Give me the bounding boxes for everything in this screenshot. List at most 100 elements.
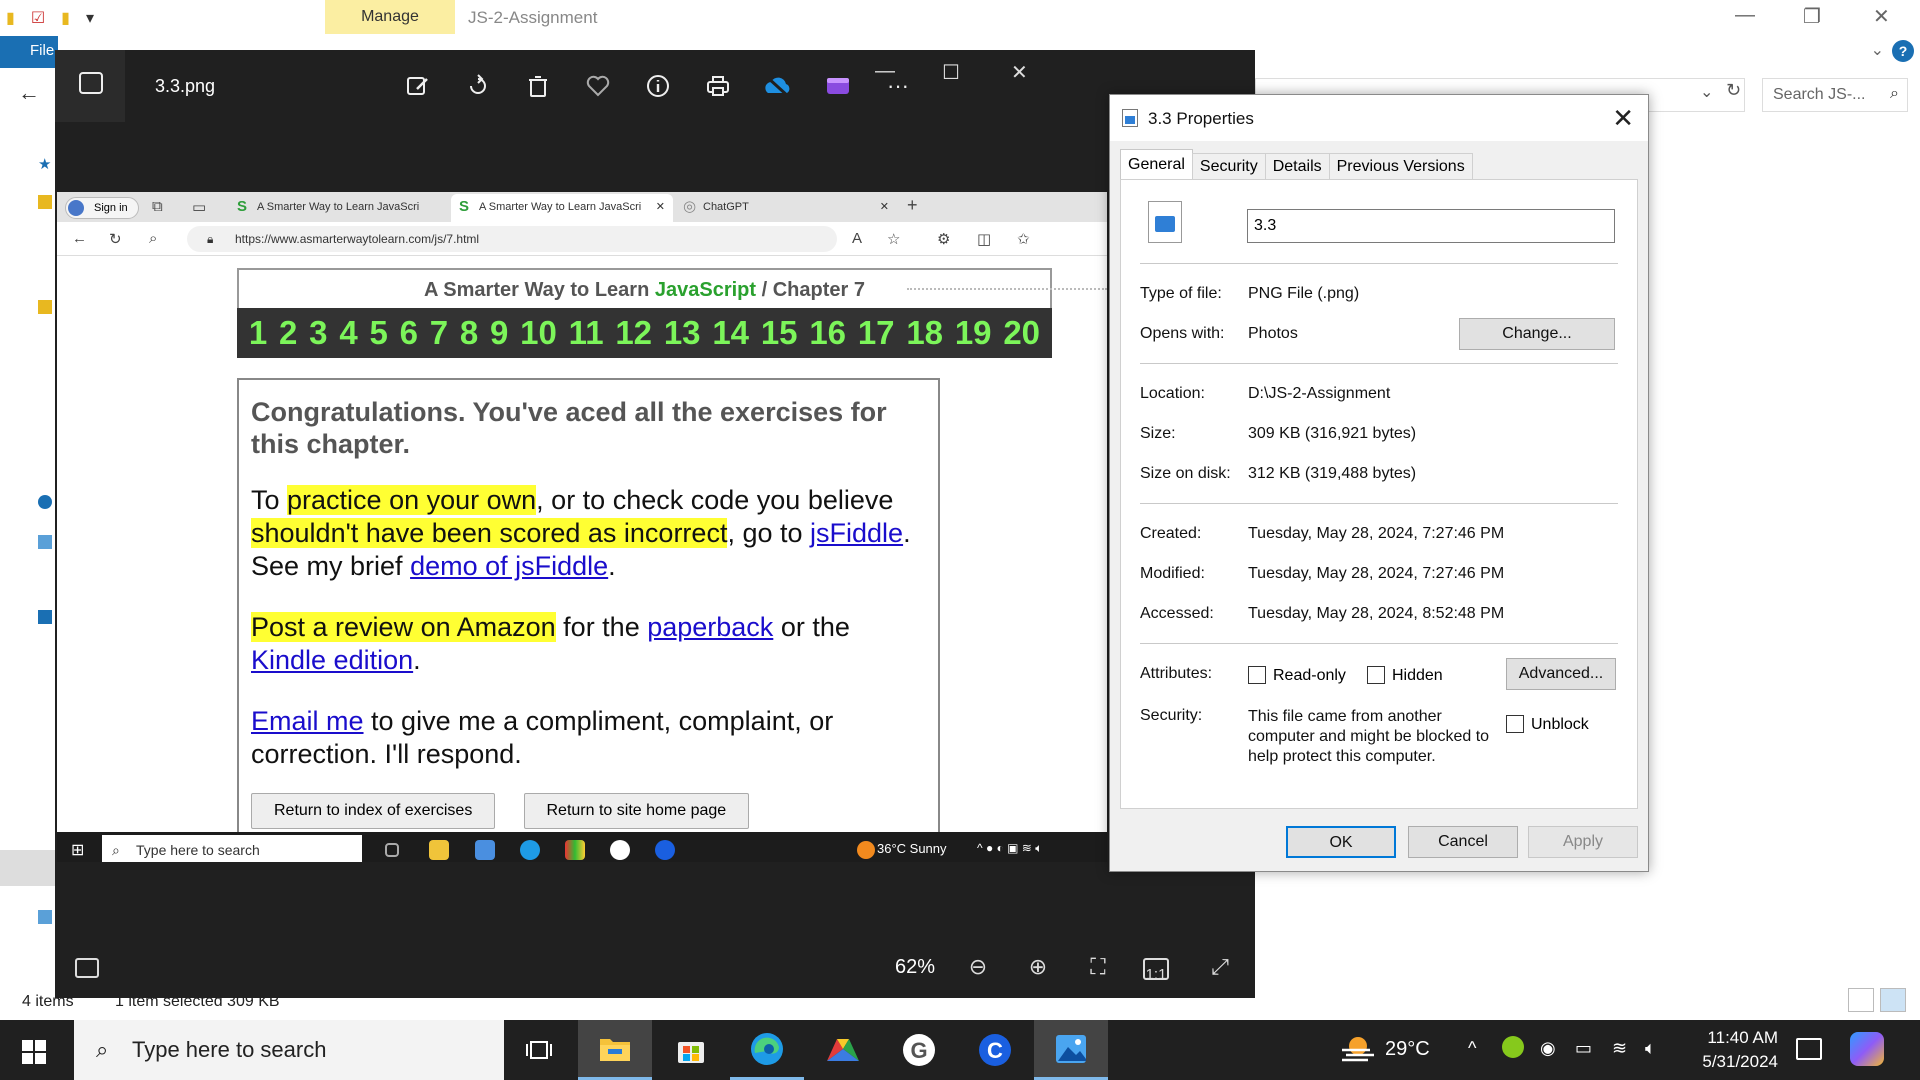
kindle-link[interactable]: Kindle edition	[251, 645, 413, 675]
chapter-link[interactable]: 16	[809, 314, 846, 352]
chapter-link[interactable]: 17	[858, 314, 895, 352]
task-view-icon[interactable]	[385, 843, 399, 857]
clipchamp-icon[interactable]	[820, 68, 856, 104]
chapter-link[interactable]: 19	[955, 314, 992, 352]
ribbon-expand-chevron-icon[interactable]: ⌄	[1871, 40, 1884, 60]
restore-icon[interactable]: ❐	[1803, 4, 1821, 29]
delete-icon[interactable]	[520, 68, 556, 104]
tab-actions-icon[interactable]: ▭	[192, 198, 206, 216]
chapter-link[interactable]: 11	[569, 314, 604, 352]
refresh-icon[interactable]: ↻	[1726, 80, 1741, 101]
chapter-link[interactable]: 13	[664, 314, 701, 352]
google-icon[interactable]: G	[882, 1020, 956, 1080]
browser-tab-2[interactable]: S A Smarter Way to Learn JavaScri ✕	[451, 194, 673, 222]
chapter-link[interactable]: 12	[615, 314, 652, 352]
edge-icon[interactable]	[520, 840, 540, 860]
explorer-search-input[interactable]: Search JS-... ⌕	[1762, 78, 1908, 112]
windows-start-icon[interactable]: ⊞	[71, 840, 84, 860]
signin-button[interactable]: Sign in	[65, 197, 139, 219]
zoom-out-icon[interactable]: ⊖	[963, 954, 993, 984]
photos-app-icon[interactable]	[1034, 1020, 1108, 1080]
c-app-icon[interactable]	[655, 840, 675, 860]
microsoft-store-icon[interactable]	[654, 1020, 728, 1080]
chapter-link[interactable]: 20	[1003, 314, 1040, 352]
tab-details[interactable]: Details	[1264, 153, 1330, 179]
this-pc-icon[interactable]	[38, 535, 52, 549]
email-link[interactable]: Email me	[251, 706, 364, 736]
help-icon[interactable]: ?	[1892, 40, 1914, 62]
show-hidden-icons-icon[interactable]: ^	[1468, 1038, 1476, 1059]
folder-icon[interactable]: ▮	[6, 8, 15, 28]
favorites-icon[interactable]: ✩	[1017, 230, 1030, 248]
chapter-link[interactable]: 8	[460, 314, 478, 352]
change-button[interactable]: Change...	[1459, 318, 1615, 350]
rotate-icon[interactable]	[460, 68, 496, 104]
file-explorer-icon[interactable]	[578, 1020, 652, 1080]
file-ribbon-tab[interactable]: File	[0, 36, 58, 68]
new-tab-icon[interactable]: +	[907, 195, 918, 216]
c-app-icon[interactable]: C	[958, 1020, 1032, 1080]
chapter-link[interactable]: 15	[761, 314, 798, 352]
manage-ribbon-tab[interactable]: Manage	[325, 0, 455, 34]
info-icon[interactable]	[640, 68, 676, 104]
url-field[interactable]: 🔒︎ https://www.asmarterwaytolearn.com/js…	[187, 226, 837, 252]
browser-tab-3[interactable]: ◎ ChatGPT ✕	[675, 194, 897, 222]
notifications-icon[interactable]	[1796, 1038, 1822, 1060]
readonly-checkbox[interactable]	[1248, 666, 1266, 684]
chapter-link[interactable]: 5	[369, 314, 387, 352]
split-screen-icon[interactable]: ◫	[977, 230, 991, 248]
customize-dropdown-icon[interactable]: ▾	[86, 8, 94, 28]
properties-check-icon[interactable]: ☑	[31, 8, 45, 28]
dialog-close-icon[interactable]: ✕	[1612, 103, 1634, 134]
unblock-checkbox[interactable]	[1506, 715, 1524, 733]
minimize-icon[interactable]: —	[1735, 4, 1755, 27]
refresh-icon[interactable]: ↻	[109, 230, 122, 248]
chapter-link[interactable]: 2	[279, 314, 297, 352]
store-icon[interactable]	[475, 840, 495, 860]
fullscreen-icon[interactable]: ⤢	[1205, 954, 1235, 984]
chapter-link[interactable]: 7	[430, 314, 448, 352]
network-icon[interactable]	[38, 910, 52, 924]
chapter-link[interactable]: 6	[400, 314, 418, 352]
filename-field[interactable]	[1247, 209, 1615, 243]
workspaces-icon[interactable]: ⧉	[152, 198, 163, 215]
extensions-icon[interactable]: ⚙	[937, 230, 950, 248]
windows-start-icon[interactable]	[22, 1040, 46, 1064]
jsfiddle-link[interactable]: jsFiddle	[810, 518, 903, 548]
photos-close-icon[interactable]: ✕	[1011, 60, 1028, 85]
ok-button[interactable]: OK	[1286, 826, 1396, 858]
fit-to-window-icon[interactable]: ⛶	[1083, 954, 1113, 984]
taskbar-temperature[interactable]: 29°C	[1385, 1038, 1430, 1061]
chapter-link[interactable]: 14	[712, 314, 749, 352]
details-view-icon[interactable]	[1848, 988, 1874, 1012]
battery-icon[interactable]: ▭	[1575, 1038, 1592, 1059]
google-icon[interactable]	[610, 840, 630, 860]
tab-close-icon[interactable]: ✕	[656, 194, 665, 220]
onedrive-icon[interactable]	[38, 495, 52, 509]
chapter-link[interactable]: 3	[309, 314, 327, 352]
volume-icon[interactable]: 🔈︎	[1645, 1038, 1656, 1059]
gallery-button[interactable]	[55, 50, 125, 122]
edge-browser-icon[interactable]	[730, 1020, 804, 1080]
chapter-link[interactable]: 4	[339, 314, 357, 352]
paperback-link[interactable]: paperback	[647, 612, 773, 642]
favorite-icon[interactable]	[580, 68, 616, 104]
read-aloud-icon[interactable]: A	[852, 230, 862, 247]
photos-maximize-icon[interactable]: ☐	[942, 60, 960, 85]
hidden-checkbox[interactable]	[1367, 666, 1385, 684]
print-icon[interactable]	[700, 68, 736, 104]
chapter-link[interactable]: 18	[906, 314, 943, 352]
copilot-icon[interactable]	[1850, 1032, 1884, 1066]
filmstrip-icon[interactable]	[75, 958, 99, 978]
clock[interactable]: 11:40 AM 5/31/2024	[1680, 1026, 1778, 1074]
inner-taskbar-search[interactable]: ⌕ Type here to search	[102, 835, 362, 862]
nav-folder-icon[interactable]	[38, 195, 52, 209]
close-icon[interactable]: ✕	[1873, 4, 1890, 29]
weather-icon[interactable]	[1340, 1034, 1376, 1064]
taskbar-search-box[interactable]: ⌕ Type here to search	[74, 1020, 504, 1080]
tab-general[interactable]: General	[1120, 149, 1193, 179]
actual-size-icon[interactable]: 1:1	[1143, 958, 1169, 983]
onedrive-icon[interactable]	[760, 68, 796, 104]
browser-tab-1[interactable]: S A Smarter Way to Learn JavaScri	[229, 194, 451, 222]
app-icon[interactable]	[565, 840, 585, 860]
